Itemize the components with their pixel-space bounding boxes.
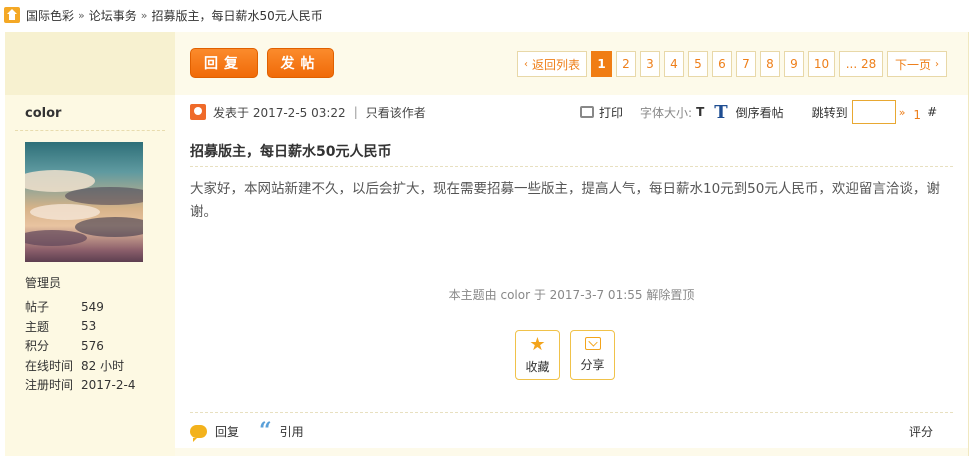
quote-link[interactable]: 引用 bbox=[280, 423, 304, 440]
divider bbox=[190, 412, 953, 413]
page-link[interactable]: 3 bbox=[640, 51, 660, 77]
favorite-label: 收藏 bbox=[525, 359, 550, 374]
printer-icon bbox=[580, 106, 594, 118]
share-label: 分享 bbox=[580, 358, 605, 372]
home-icon[interactable] bbox=[4, 7, 20, 23]
breadcrumb-item-forum[interactable]: 国际色彩 bbox=[26, 7, 74, 24]
page-link[interactable]: 9 bbox=[784, 51, 804, 77]
share-icon bbox=[584, 337, 601, 350]
stat-value[interactable]: 53 bbox=[81, 319, 96, 333]
author-online-icon bbox=[190, 104, 206, 120]
stat-label: 在线时间 bbox=[25, 358, 74, 373]
stat-label: 注册时间 bbox=[25, 378, 74, 393]
moderation-note: 本主题由 color 于 2017-3-7 01:55 解除置顶 bbox=[448, 288, 695, 302]
page-link[interactable]: 2 bbox=[616, 51, 636, 77]
breadcrumb-separator: » bbox=[78, 8, 85, 22]
pagination: ‹ 返回列表 1 2 3 4 5 6 7 8 9 10 ... 28 下一页 › bbox=[517, 51, 947, 77]
frame-border bbox=[968, 32, 969, 456]
star-icon: ★ bbox=[529, 333, 546, 355]
next-page-label: 下一页 bbox=[894, 57, 931, 72]
page-link-last[interactable]: ... 28 bbox=[839, 51, 883, 77]
page-link[interactable]: 8 bbox=[760, 51, 780, 77]
post-main: 回复 发帖 ‹ 返回列表 1 2 3 4 5 6 7 8 9 10 ... 28… bbox=[175, 32, 968, 456]
stat-row-credits: 积分 576 bbox=[25, 336, 135, 356]
stat-label: 帖子 bbox=[25, 300, 50, 315]
page-link[interactable]: 10 bbox=[808, 51, 835, 77]
page-link[interactable]: 5 bbox=[688, 51, 708, 77]
avatar[interactable] bbox=[25, 142, 143, 262]
back-to-list-button[interactable]: ‹ 返回列表 bbox=[517, 51, 587, 77]
next-page-button[interactable]: 下一页 › bbox=[887, 51, 947, 77]
meta-pipe: | bbox=[353, 105, 358, 119]
page-link[interactable]: 7 bbox=[736, 51, 756, 77]
user-group[interactable]: 管理员 bbox=[25, 274, 61, 291]
rate-button[interactable]: 评分 bbox=[909, 420, 933, 442]
post-date: 发表于 2017-2-5 03:22 bbox=[213, 105, 346, 120]
jump-label: 跳转到 bbox=[811, 105, 848, 120]
post-actions: 回复 “ 引用 bbox=[190, 420, 304, 442]
stat-row-registered: 注册时间 2017-2-4 bbox=[25, 375, 135, 395]
breadcrumb: 国际色彩 » 论坛事务 » 招募版主，每日薪水50元人民币 bbox=[4, 5, 323, 25]
footer-band bbox=[175, 448, 968, 456]
page-link-current[interactable]: 1 bbox=[591, 51, 612, 77]
post-meta: 发表于 2017-2-5 03:22 | 只看该作者 bbox=[190, 101, 426, 123]
share-button[interactable]: 分享 bbox=[570, 330, 615, 380]
stat-value[interactable]: 576 bbox=[81, 339, 104, 353]
post-tools: 打印 字体大小: T T 倒序看帖 跳转到 » 1 # bbox=[580, 100, 938, 124]
reply-button[interactable]: 回复 bbox=[190, 48, 258, 78]
breadcrumb-item-board[interactable]: 论坛事务 bbox=[89, 7, 137, 24]
quote-icon: “ bbox=[259, 418, 272, 444]
stat-label: 主题 bbox=[25, 319, 50, 334]
back-to-list-label: 返回列表 bbox=[531, 57, 580, 72]
reply-link[interactable]: 回复 bbox=[215, 423, 239, 440]
stat-value: 82 小时 bbox=[81, 358, 125, 373]
author-stats: 帖子 549 主题 53 积分 576 在线时间 82 小时 注册时间 2017… bbox=[25, 297, 135, 395]
jump-to-floor-input[interactable] bbox=[851, 100, 896, 124]
page-link[interactable]: 6 bbox=[712, 51, 732, 77]
print-link[interactable]: 打印 bbox=[599, 104, 623, 121]
divider bbox=[15, 130, 165, 131]
stat-value: 2017-2-4 bbox=[81, 377, 136, 392]
post-body: 大家好，本网站新建不久，以后会扩大，现在需要招募一些版主，提高人气，每日薪水10… bbox=[190, 181, 940, 220]
font-size-label: 字体大小: bbox=[640, 105, 693, 120]
font-big-button[interactable]: T bbox=[714, 102, 727, 123]
breadcrumb-separator: » bbox=[140, 8, 148, 22]
font-small-button[interactable]: T bbox=[696, 105, 704, 119]
favorite-button[interactable]: ★ 收藏 bbox=[515, 330, 560, 380]
stat-row-posts: 帖子 549 bbox=[25, 297, 135, 317]
page-link[interactable]: 4 bbox=[664, 51, 684, 77]
jump-go-button[interactable]: » bbox=[899, 106, 906, 119]
stat-label: 积分 bbox=[25, 339, 50, 354]
only-author-link[interactable]: 只看该作者 bbox=[366, 104, 426, 121]
reverse-order-link[interactable]: 倒序看帖 bbox=[736, 104, 784, 121]
breadcrumb-item-thread[interactable]: 招募版主，每日薪水50元人民币 bbox=[152, 7, 323, 24]
new-post-button[interactable]: 发帖 bbox=[267, 48, 334, 78]
stat-value[interactable]: 549 bbox=[81, 300, 104, 314]
floor-hash: # bbox=[927, 105, 938, 119]
divider bbox=[190, 166, 953, 167]
stat-row-threads: 主题 53 bbox=[25, 317, 135, 337]
chevron-left-icon: ‹ bbox=[523, 58, 528, 70]
chevron-right-icon: › bbox=[935, 58, 939, 70]
floor-number[interactable]: 1 bbox=[913, 108, 921, 122]
author-sidebar: color 管理员 帖子 549 主题 53 积分 576 在线时间 82 小时… bbox=[5, 32, 175, 456]
post-title: 招募版主，每日薪水50元人民币 bbox=[190, 144, 392, 160]
author-name[interactable]: color bbox=[25, 106, 61, 121]
avatar-cloud bbox=[30, 204, 100, 220]
sidebar-header-band bbox=[5, 32, 175, 95]
stat-row-online-time: 在线时间 82 小时 bbox=[25, 356, 135, 376]
reply-bubble-icon bbox=[190, 424, 207, 442]
